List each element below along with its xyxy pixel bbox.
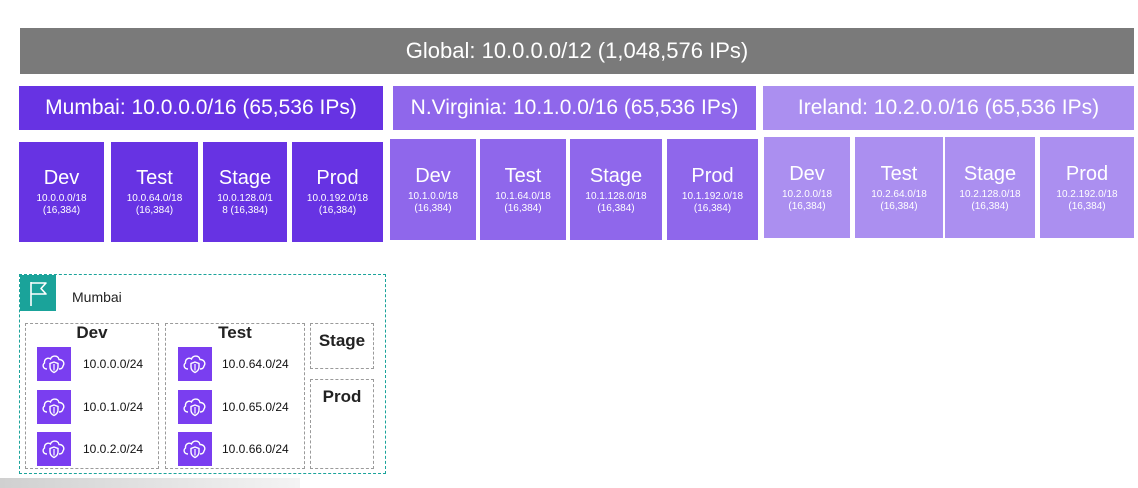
cloud-shield-icon [178,432,212,466]
env-count: (16,384) [414,202,452,214]
subnet-cidr: 10.0.0.0/24 [83,357,144,371]
flag-icon [20,275,56,311]
env-nvirginia-stage: Stage 10.1.128.0/18 (16,384) [570,139,662,240]
env-count: (16,384) [504,202,542,214]
env-cidr: 10.2.128.0/18 [959,188,1021,200]
env-name: Test [880,162,918,185]
vpc-panel-mumbai: Mumbai Dev 10.0.0.0/24 10.0.1.0/24 10.0.… [19,274,386,474]
subnet-group-prod: Prod [310,379,374,469]
subnet-group-title: Test [218,323,252,342]
subnet-group-title: Stage [318,331,366,350]
subnet-group-dev: Dev 10.0.0.0/24 10.0.1.0/24 10.0.2.0/24 [25,323,159,469]
env-count: (16,384) [1068,200,1106,212]
env-ireland-stage: Stage 10.2.128.0/18 (16,384) [945,137,1035,238]
env-cidr: 10.1.192.0/18 [681,190,744,202]
env-count: (16,384) [318,205,357,216]
subnet-cidr: 10.0.64.0/24 [222,357,289,371]
env-name: Prod [1065,162,1109,185]
subnet-cidr: 10.0.66.0/24 [222,442,289,456]
region-nvirginia: N.Virginia: 10.1.0.0/16 (65,536 IPs) [393,86,756,130]
env-name: Test [136,167,173,189]
env-name: Prod [691,164,734,187]
subnet-group-test: Test 10.0.64.0/24 10.0.65.0/24 10.0.66.0… [165,323,305,469]
subnet-cidr: 10.0.65.0/24 [222,400,289,414]
env-ireland-dev: Dev 10.2.0.0/18 (16,384) [764,137,850,238]
subnet-group-stage: Stage [310,323,374,369]
subnet-group-title: Dev [76,323,108,342]
env-cidr: 10.1.64.0/18 [495,190,551,202]
env-nvirginia-test: Test 10.1.64.0/18 (16,384) [480,139,566,240]
slide-shadow [0,478,300,488]
env-name: Dev [415,164,451,187]
cloud-shield-icon [37,390,71,424]
cloud-shield-icon [37,432,71,466]
cloud-shield-icon [37,347,71,381]
cloud-shield-icon [178,390,212,424]
region-label: Mumbai: 10.0.0.0/16 (65,536 IPs) [45,96,357,119]
env-cidr: 10.1.128.0/18 [585,190,647,202]
subnet-row: 10.0.66.0/24 [178,432,289,466]
env-mumbai-test: Test 10.0.64.0/18 (16,384) [111,142,198,242]
subnet-cidr: 10.0.2.0/24 [83,442,144,456]
env-count: (16,384) [693,202,732,214]
subnet-row: 10.0.65.0/24 [178,390,289,424]
env-cidr: 10.2.192.0/18 [1056,188,1118,200]
region-label: N.Virginia: 10.1.0.0/16 (65,536 IPs) [410,96,739,119]
subnet-cidr: 10.0.1.0/24 [83,400,144,414]
env-mumbai-prod: Prod 10.0.192.0/18 (16,384) [292,142,383,242]
env-name: Stage [589,164,643,187]
global-cidr-bar: Global: 10.0.0.0/12 (1,048,576 IPs) [20,28,1134,74]
cloud-shield-icon [178,347,212,381]
env-name: Test [504,164,542,187]
env-cidr: 10.0.192.0/18 [306,193,369,204]
env-cidr: 10.0.64.0/18 [126,193,183,204]
env-cidr: 10.2.64.0/18 [871,188,927,200]
subnet-row: 10.0.1.0/24 [37,390,143,424]
env-count: (16,384) [880,200,918,212]
region-ireland: Ireland: 10.2.0.0/16 (65,536 IPs) [763,86,1134,130]
env-name: Stage [218,167,272,189]
env-nvirginia-dev: Dev 10.1.0.0/18 (16,384) [390,139,476,240]
region-label: Ireland: 10.2.0.0/16 (65,536 IPs) [797,96,1100,119]
env-name: Dev [43,167,80,189]
env-mumbai-stage: Stage 10.0.128.0/1 8 (16,384) [203,142,287,242]
subnet-group-title: Prod [322,387,362,406]
env-name: Dev [789,162,825,185]
env-count: 8 (16,384) [222,205,268,216]
region-mumbai: Mumbai: 10.0.0.0/16 (65,536 IPs) [19,86,383,130]
env-count: (16,384) [788,200,826,212]
subnet-row: 10.0.64.0/24 [178,347,289,381]
env-cidr: 10.0.128.0/1 [217,193,273,204]
env-count: (16,384) [135,205,174,216]
env-name: Prod [316,167,359,189]
env-ireland-prod: Prod 10.2.192.0/18 (16,384) [1040,137,1134,238]
vpc-title: Mumbai [72,289,122,305]
global-cidr-label: Global: 10.0.0.0/12 (1,048,576 IPs) [405,38,749,63]
env-ireland-test: Test 10.2.64.0/18 (16,384) [855,137,943,238]
env-count: (16,384) [971,200,1009,212]
env-cidr: 10.2.0.0/18 [781,188,833,200]
env-count: (16,384) [42,205,81,216]
subnet-row: 10.0.2.0/24 [37,432,143,466]
env-nvirginia-prod: Prod 10.1.192.0/18 (16,384) [667,139,758,240]
env-count: (16,384) [597,202,635,214]
env-name: Stage [963,162,1017,185]
env-cidr: 10.0.0.0/18 [36,193,87,204]
env-mumbai-dev: Dev 10.0.0.0/18 (16,384) [19,142,104,242]
subnet-row: 10.0.0.0/24 [37,347,143,381]
env-cidr: 10.1.0.0/18 [407,190,459,202]
